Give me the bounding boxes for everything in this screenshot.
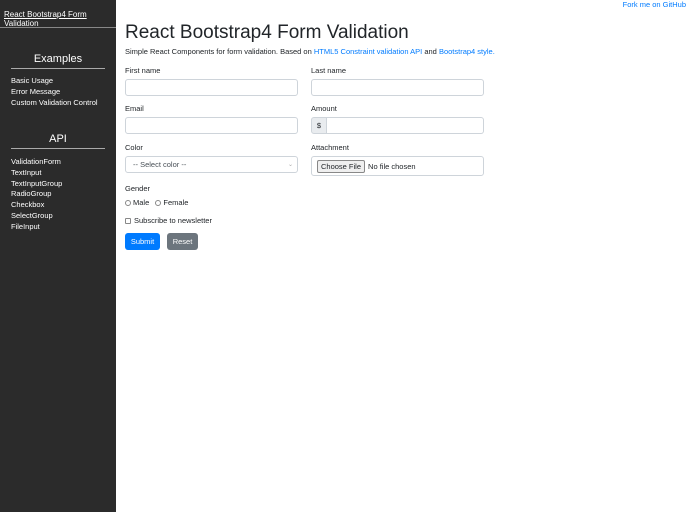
choose-file-button[interactable]: Choose File (317, 159, 366, 173)
color-select[interactable]: -- Select color -- ⌄ (125, 156, 298, 173)
bootstrap-link[interactable]: Bootstrap4 style. (439, 47, 495, 56)
fork-github-link[interactable]: Fork me on GitHub (623, 0, 686, 9)
nav-custom-validation[interactable]: Custom Validation Control (11, 98, 98, 109)
female-label[interactable]: Female (163, 198, 188, 207)
subtitle-and: and (422, 47, 439, 56)
reset-button[interactable]: Reset (167, 233, 198, 250)
sidebar: React Bootstrap4 Form Validation Example… (0, 0, 116, 512)
file-status: No file chosen (368, 161, 416, 171)
examples-heading: Examples (11, 53, 105, 69)
male-label[interactable]: Male (133, 198, 149, 207)
subtitle-text: Simple React Components for form validat… (125, 47, 314, 56)
api-heading: API (11, 133, 105, 149)
constraint-api-link[interactable]: HTML5 Constraint validation API (314, 47, 422, 56)
gender-label: Gender (125, 184, 151, 193)
nav-error-message[interactable]: Error Message (11, 87, 98, 98)
brand-link[interactable]: React Bootstrap4 Form Validation (4, 10, 116, 28)
attachment-file-input[interactable]: Choose File No file chosen (311, 156, 484, 176)
subtitle: Simple React Components for form validat… (125, 47, 495, 56)
subscribe-row: Subscribe to newsletter (125, 216, 212, 225)
subscribe-checkbox[interactable] (125, 218, 131, 225)
api-nav: ValidationForm TextInput TextInputGroup … (11, 157, 62, 233)
submit-button[interactable]: Submit (125, 233, 160, 250)
nav-checkbox[interactable]: Checkbox (11, 200, 62, 211)
amount-input-group: $ (311, 117, 484, 134)
page-title: React Bootstrap4 Form Validation (125, 22, 409, 43)
email-input[interactable] (125, 117, 298, 134)
nav-textinput[interactable]: TextInput (11, 168, 62, 179)
first-name-input[interactable] (125, 79, 298, 96)
last-name-input[interactable] (311, 79, 484, 96)
nav-radiogroup[interactable]: RadioGroup (11, 189, 62, 200)
first-name-label: First name (125, 66, 161, 75)
divider (0, 27, 116, 28)
color-label: Color (125, 143, 143, 152)
nav-validationform[interactable]: ValidationForm (11, 157, 62, 168)
nav-textinputgroup[interactable]: TextInputGroup (11, 179, 62, 190)
female-radio[interactable] (155, 200, 162, 207)
examples-nav: Basic Usage Error Message Custom Validat… (11, 76, 98, 108)
color-select-value: -- Select color -- (133, 160, 187, 169)
nav-fileinput[interactable]: FileInput (11, 222, 62, 233)
male-radio[interactable] (125, 200, 131, 207)
nav-selectgroup[interactable]: SelectGroup (11, 211, 62, 222)
amount-input[interactable] (327, 117, 484, 134)
chevron-down-icon: ⌄ (287, 162, 293, 168)
gender-radio-group: Male Female (125, 198, 188, 207)
subscribe-label[interactable]: Subscribe to newsletter (134, 216, 212, 225)
amount-prefix: $ (311, 117, 327, 134)
nav-basic-usage[interactable]: Basic Usage (11, 76, 98, 87)
attachment-label: Attachment (311, 143, 349, 152)
amount-label: Amount (311, 104, 337, 113)
email-label: Email (125, 104, 144, 113)
last-name-label: Last name (311, 66, 347, 75)
